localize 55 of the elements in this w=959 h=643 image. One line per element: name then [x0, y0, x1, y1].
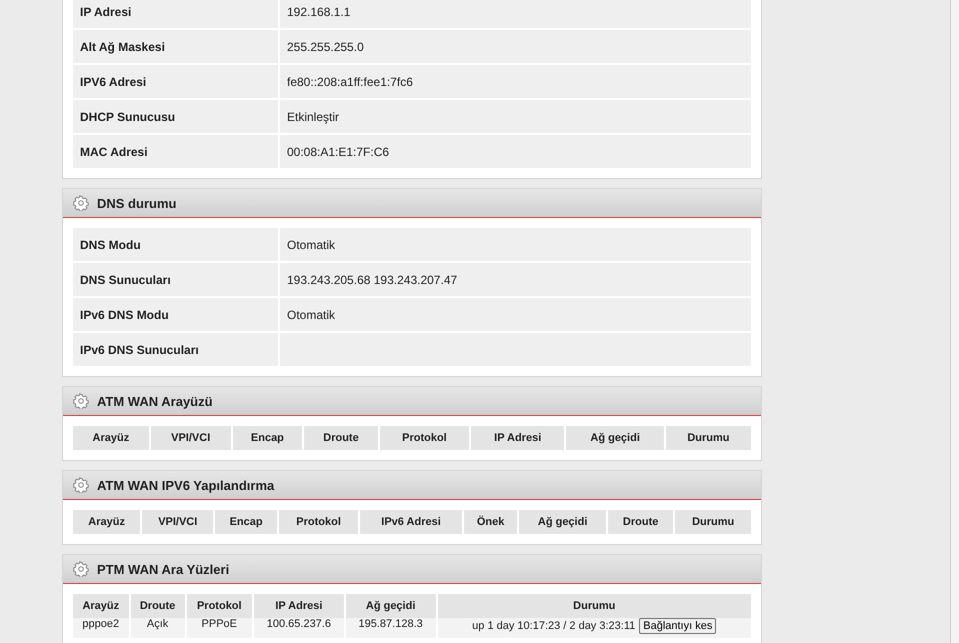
gear-icon	[73, 393, 89, 409]
field-label: IP Adresi	[73, 0, 278, 28]
field-label: IPV6 Adresi	[73, 65, 278, 98]
field-label: DNS Sunucuları	[73, 263, 278, 296]
table-cell: pppoe2	[73, 618, 129, 638]
field-label: DNS Modu	[73, 228, 278, 261]
panel-title: ATM WAN Arayüzü	[97, 394, 213, 408]
disconnect-button[interactable]: Bağlantıyı kes	[639, 618, 716, 634]
column-header: Protokol	[186, 594, 252, 618]
column-header: Ağ geçidi	[519, 510, 606, 534]
table-cell: PPPoE	[186, 618, 252, 638]
field-value: 00:08:A1:E1:7F:C6	[280, 135, 751, 168]
column-header: Encap	[215, 510, 277, 534]
field-label: Alt Ağ Maskesi	[73, 30, 278, 63]
column-header: Arayüz	[73, 510, 140, 534]
column-header: Ağ geçidi	[346, 594, 436, 618]
field-value: 193.243.205.68 193.243.207.47	[280, 263, 751, 296]
column-header: VPI/VCI	[150, 426, 231, 450]
table-cell: 195.87.128.3	[346, 618, 436, 638]
field-label: IPv6 DNS Sunucuları	[73, 333, 278, 366]
field-label: IPv6 DNS Modu	[73, 298, 278, 331]
field-label: MAC Adresi	[73, 135, 278, 168]
field-value: Otomatik	[280, 298, 751, 331]
panel-title: PTM WAN Ara Yüzleri	[97, 562, 230, 576]
status-text: up 1 day 10:17:23 / 2 day 3:23:11	[472, 620, 636, 632]
table-cell: 100.65.237.6	[254, 618, 344, 638]
table-cell: Açık	[130, 618, 185, 638]
field-value: 192.168.1.1	[280, 0, 751, 28]
column-header: Droute	[130, 594, 185, 618]
field-label: DHCP Sunucusu	[73, 100, 278, 133]
column-header: IP Adresi	[254, 594, 344, 618]
gear-icon	[73, 477, 89, 493]
gear-icon	[73, 561, 89, 577]
field-value: fe80::208:a1ff:fee1:7fc6	[280, 65, 751, 98]
column-header: Protokol	[380, 426, 470, 450]
column-header: Arayüz	[73, 426, 149, 450]
field-value: Etkinleştir	[280, 100, 751, 133]
column-header: IP Adresi	[471, 426, 564, 450]
panel-title: ATM WAN IPV6 Yapılandırma	[97, 478, 274, 492]
column-header: VPI/VCI	[142, 510, 214, 534]
column-header: Encap	[232, 426, 302, 450]
column-header: Droute	[304, 426, 378, 450]
column-header: Arayüz	[73, 594, 129, 618]
column-header: Protokol	[278, 510, 358, 534]
column-header: Ağ geçidi	[566, 426, 664, 450]
column-header: Durumu	[666, 426, 751, 450]
panel-title: DNS durumu	[97, 196, 176, 210]
column-header: Durumu	[675, 510, 751, 534]
field-value: 255.255.255.0	[280, 30, 751, 63]
gear-icon	[73, 195, 89, 211]
column-header: IPv6 Adresi	[360, 510, 462, 534]
field-value: Otomatik	[280, 228, 751, 261]
column-header: Durumu	[438, 594, 751, 618]
column-header: Önek	[464, 510, 518, 534]
column-header: Droute	[608, 510, 674, 534]
